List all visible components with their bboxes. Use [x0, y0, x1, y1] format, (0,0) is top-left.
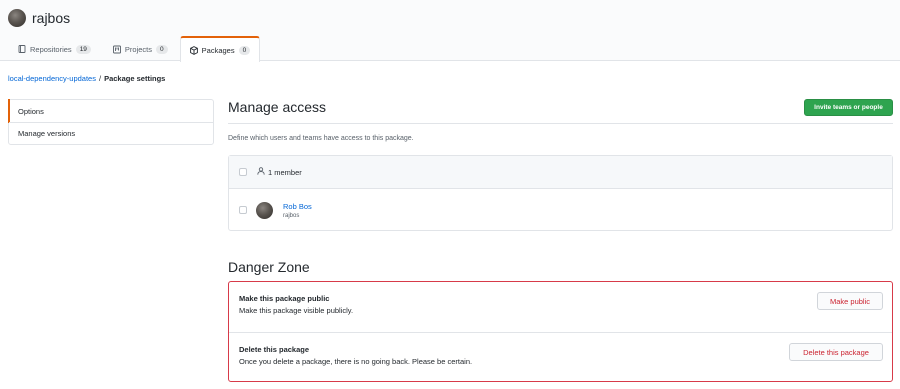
members-header: 1 member — [229, 156, 892, 189]
invite-button[interactable]: Invite teams or people — [804, 99, 893, 116]
delete-text: Once you delete a package, there is no g… — [239, 357, 473, 366]
danger-zone-title: Danger Zone — [228, 259, 310, 275]
make-public-button[interactable]: Make public — [817, 292, 883, 310]
danger-zone-row-visibility: Make this package public Make this packa… — [229, 282, 892, 332]
projects-count: 0 — [156, 44, 168, 54]
visibility-text: Make this package visible publicly. — [239, 306, 354, 315]
person-icon — [257, 167, 265, 177]
delete-package-button[interactable]: Delete this package — [789, 343, 883, 361]
danger-zone-box: Make this package public Make this packa… — [228, 281, 893, 382]
tab-repositories[interactable]: Repositories 19 — [8, 36, 101, 61]
breadcrumb-current: Package settings — [104, 74, 166, 83]
member-row: Rob Bos rajbos — [229, 189, 892, 231]
manage-access-title: Manage access — [228, 99, 327, 115]
tab-packages[interactable]: Packages 0 — [179, 36, 261, 62]
tab-projects[interactable]: Projects 0 — [103, 36, 178, 61]
menu-item-options[interactable]: Options — [8, 99, 213, 123]
divider — [228, 123, 893, 124]
repo-icon — [18, 44, 26, 54]
owner-tabs: Repositories 19 Projects 0 Packages 0 — [8, 36, 262, 62]
member-count: 1 member — [268, 167, 302, 177]
owner-heading[interactable]: rajbos — [8, 8, 70, 28]
project-icon — [112, 45, 121, 54]
visibility-heading: Make this package public — [239, 294, 330, 303]
manage-access-description: Define which users and teams have access… — [228, 135, 414, 142]
tab-label: Projects — [124, 44, 153, 54]
member-login: rajbos — [283, 212, 300, 219]
tab-label: Repositories — [30, 44, 72, 54]
breadcrumb: local-dependency-updates / Package setting… — [8, 74, 165, 83]
danger-zone-row-delete: Delete this package Once you delete a pa… — [229, 332, 892, 382]
menu-item-manage-versions[interactable]: Manage versions — [9, 122, 213, 144]
breadcrumb-package-link[interactable]: local-dependency-updates — [8, 74, 96, 83]
select-all-checkbox[interactable] — [239, 168, 247, 176]
member-info: Rob Bos rajbos — [283, 202, 312, 219]
member-checkbox[interactable] — [239, 206, 247, 214]
tab-label: Packages — [201, 45, 235, 55]
owner-avatar[interactable] — [8, 9, 26, 27]
delete-heading: Delete this package — [239, 345, 310, 354]
packages-count: 0 — [238, 45, 251, 55]
members-list: 1 member Rob Bos rajbos — [228, 155, 893, 231]
repositories-count: 19 — [75, 44, 91, 54]
breadcrumb-separator: / — [98, 74, 102, 83]
member-avatar[interactable] — [256, 201, 273, 219]
owner-name[interactable]: rajbos — [32, 10, 70, 26]
package-icon — [189, 45, 198, 55]
header-bar: rajbos Repositories 19 Projects 0 Packag… — [0, 0, 900, 62]
member-name-link[interactable]: Rob Bos — [283, 202, 312, 211]
settings-menu: Options Manage versions — [8, 99, 214, 145]
